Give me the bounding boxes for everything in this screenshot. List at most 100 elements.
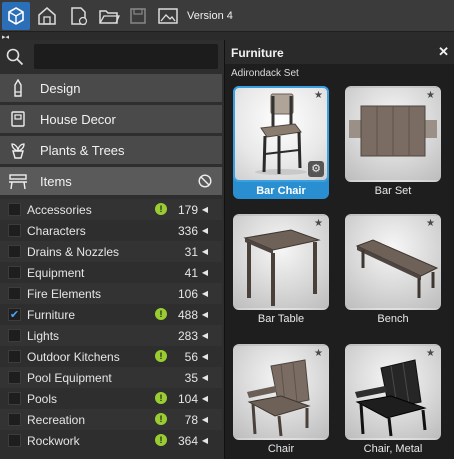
home-icon[interactable]: [33, 2, 61, 30]
checkbox[interactable]: [8, 371, 21, 384]
tile-bar-table[interactable]: ★ Bar Table: [233, 214, 329, 327]
expand-arrow-icon[interactable]: ◀: [202, 434, 208, 447]
favorite-star-icon[interactable]: ★: [314, 348, 323, 359]
expand-arrow-icon[interactable]: ◀: [202, 245, 208, 258]
list-item[interactable]: Drains & Nozzles 31 ◀: [0, 241, 222, 262]
favorite-star-icon[interactable]: ★: [426, 90, 435, 101]
category-plants-trees[interactable]: Plants & Trees: [0, 136, 222, 165]
checkbox[interactable]: [8, 434, 21, 447]
expand-arrow-icon[interactable]: ◀: [202, 413, 208, 426]
list-item[interactable]: Lights 283 ◀: [0, 325, 222, 346]
favorite-star-icon[interactable]: ★: [314, 90, 323, 101]
checkbox[interactable]: [8, 287, 21, 300]
item-count: 78: [184, 413, 198, 427]
expand-arrow-icon[interactable]: ◀: [202, 329, 208, 342]
tile-chair-metal[interactable]: ★ Chair, Metal: [345, 344, 441, 457]
item-count: 364: [177, 434, 198, 448]
frame-icon: [0, 110, 36, 128]
search-icon[interactable]: [6, 48, 24, 71]
category-label: Plants & Trees: [40, 142, 125, 158]
tile-label: Bench: [377, 313, 409, 325]
gear-icon[interactable]: ⚙: [308, 161, 324, 177]
checkbox[interactable]: [8, 224, 21, 237]
category-items[interactable]: Items: [0, 167, 222, 196]
list-item[interactable]: Accessories! 179 ◀: [0, 199, 222, 220]
list-item[interactable]: Recreation! 78 ◀: [0, 409, 222, 430]
checkbox[interactable]: [8, 245, 21, 258]
tile-label: Bar Chair: [256, 185, 306, 197]
list-item-label: Drains & Nozzles: [27, 245, 120, 259]
logo-icon[interactable]: [2, 2, 30, 30]
new-file-icon[interactable]: [64, 2, 92, 30]
category-design[interactable]: Design: [0, 74, 222, 103]
save-icon[interactable]: [124, 2, 152, 30]
alert-icon: !: [155, 350, 167, 362]
open-folder-icon[interactable]: [95, 2, 123, 30]
favorite-star-icon[interactable]: ★: [314, 218, 323, 229]
list-item[interactable]: Equipment 41 ◀: [0, 262, 222, 283]
tile-chair[interactable]: ★ Chair: [233, 344, 329, 457]
furniture-panel: Furniture ✕ Adirondack Set ★ ⚙ Bar Chair…: [224, 40, 454, 459]
search-row: [0, 40, 224, 74]
close-icon[interactable]: ✕: [438, 44, 449, 60]
image-icon[interactable]: [154, 2, 182, 30]
list-item-label: Fire Elements: [27, 287, 102, 301]
checkbox[interactable]: [8, 329, 21, 342]
list-item-label: Lights: [27, 329, 60, 343]
search-input[interactable]: [34, 44, 218, 69]
category-house-decor[interactable]: House Decor: [0, 105, 222, 134]
list-item[interactable]: Pool Equipment 35 ◀: [0, 367, 222, 388]
list-item[interactable]: Fire Elements 106 ◀: [0, 283, 222, 304]
item-count: 488: [177, 308, 198, 322]
checkbox[interactable]: ✔: [8, 308, 21, 321]
panel-subtitle: Adirondack Set: [231, 68, 299, 79]
item-count: 41: [184, 266, 198, 280]
checkbox[interactable]: [8, 413, 21, 426]
item-count: 35: [184, 371, 198, 385]
bench-icon: [0, 172, 36, 190]
list-item[interactable]: Outdoor Kitchens! 56 ◀: [0, 346, 222, 367]
thumbnail: ★: [233, 214, 329, 310]
expand-arrow-icon[interactable]: ◀: [202, 392, 208, 405]
expand-arrow-icon[interactable]: ◀: [202, 371, 208, 384]
expand-arrow-icon[interactable]: ◀: [202, 308, 208, 321]
thumbnail: ★: [345, 86, 441, 182]
list-item-label: Outdoor Kitchens: [27, 350, 120, 364]
favorite-star-icon[interactable]: ★: [426, 218, 435, 229]
list-item[interactable]: Characters 336 ◀: [0, 220, 222, 241]
favorite-star-icon[interactable]: ★: [426, 348, 435, 359]
block-icon[interactable]: [198, 174, 212, 193]
app-window: Version 4 ▸◂ Design House Decor Plants &…: [0, 0, 454, 459]
item-count: 56: [184, 350, 198, 364]
expand-arrow-icon[interactable]: ◀: [202, 224, 208, 237]
tile-label: Chair: [267, 443, 295, 455]
expand-arrow-icon[interactable]: ◀: [202, 266, 208, 279]
list-item[interactable]: Pools! 104 ◀: [0, 388, 222, 409]
item-count: 106: [177, 287, 198, 301]
panel-title: Furniture: [231, 46, 284, 60]
item-list: Accessories! 179 ◀ Characters 336 ◀ Drains & N…: [0, 199, 222, 459]
checkbox[interactable]: [8, 350, 21, 363]
checkbox[interactable]: [8, 266, 21, 279]
expand-arrow-icon[interactable]: ◀: [202, 203, 208, 216]
list-item-label: Accessories: [27, 203, 92, 217]
thumbnail: ★: [345, 344, 441, 440]
checkbox[interactable]: [8, 392, 21, 405]
item-count: 31: [184, 245, 198, 259]
list-item[interactable]: ✔ Furniture! 488 ◀: [0, 304, 222, 325]
tile-bar-set[interactable]: ★ Bar Set: [345, 86, 441, 199]
library-panel: Design House Decor Plants & Trees Items …: [0, 40, 224, 459]
category-label: Design: [40, 80, 81, 96]
tile-bench[interactable]: ★ Bench: [345, 214, 441, 327]
checkbox[interactable]: [8, 203, 21, 216]
list-item-label: Pools: [27, 392, 58, 406]
item-count: 283: [177, 329, 198, 343]
tile-bar-chair[interactable]: ★ ⚙ Bar Chair: [233, 86, 329, 199]
list-item-label: Recreation: [27, 413, 86, 427]
list-item-label: Characters: [27, 224, 86, 238]
expand-arrow-icon[interactable]: ◀: [202, 287, 208, 300]
item-count: 104: [177, 392, 198, 406]
list-item-label: Furniture: [27, 308, 76, 322]
expand-arrow-icon[interactable]: ◀: [202, 350, 208, 363]
list-item[interactable]: Rockwork! 364 ◀: [0, 430, 222, 451]
